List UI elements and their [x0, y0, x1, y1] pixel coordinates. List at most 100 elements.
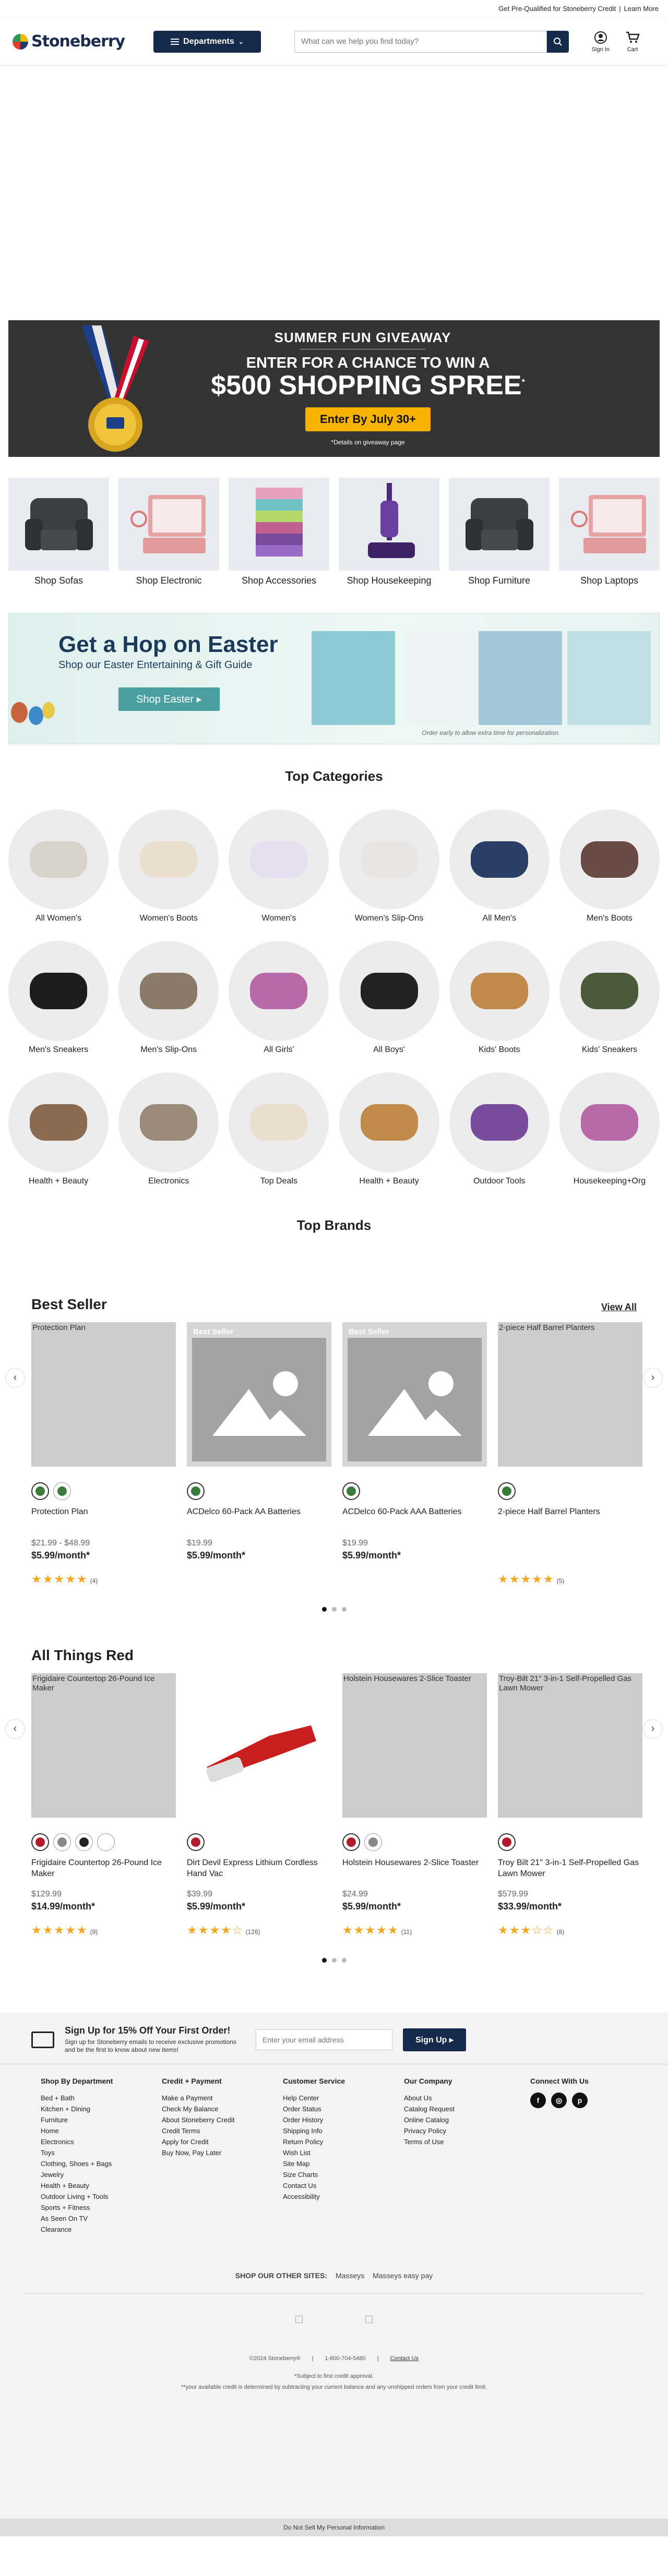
footer-link[interactable]: Return Policy	[283, 2136, 404, 2147]
shop-tile[interactable]: Shop Sofas	[8, 478, 109, 587]
category-circle[interactable]: Women's Boots	[118, 809, 219, 923]
footer-link[interactable]: Catalog Request	[404, 2103, 525, 2114]
footer-link[interactable]: Jewelry	[41, 2169, 162, 2180]
signin-button[interactable]: Sign In	[592, 31, 610, 53]
review-count[interactable]: (5)	[557, 1577, 565, 1585]
footer-link[interactable]: Outdoor Living + Tools	[41, 2191, 162, 2202]
category-circle[interactable]: Outdoor Tools	[449, 1072, 550, 1186]
product-card[interactable]: Best Seller ACDelco 60-Pack AA Batteries $…	[187, 1322, 331, 1586]
product-name[interactable]: 2-piece Half Barrel Planters	[498, 1506, 642, 1529]
dot[interactable]	[321, 1606, 327, 1612]
phone-number[interactable]: 1-800-704-5480	[325, 2355, 365, 2362]
category-circle[interactable]: Women's	[229, 809, 329, 923]
product-image[interactable]: Protection Plan	[31, 1322, 176, 1467]
masseys-link[interactable]: Masseys	[336, 2271, 364, 2280]
stoneberry-logo[interactable]: Stoneberry	[13, 32, 138, 51]
prequalify-link[interactable]: Get Pre-Qualified for Stoneberry Credit	[498, 5, 616, 13]
prev-arrow-icon[interactable]: ‹	[5, 1368, 25, 1388]
category-circle[interactable]: Men's Boots	[559, 809, 660, 923]
prev-arrow-icon[interactable]: ‹	[5, 1719, 25, 1739]
email-field[interactable]	[256, 2029, 392, 2050]
shop-easter-button[interactable]: Shop Easter ▸	[118, 687, 220, 711]
footer-link[interactable]: Check My Balance	[162, 2103, 283, 2114]
product-name[interactable]: Frigidaire Countertop 26-Pound Ice Maker	[31, 1857, 176, 1880]
footer-link[interactable]: Home	[41, 2125, 162, 2136]
swatch[interactable]	[342, 1833, 360, 1851]
product-card[interactable]: Dirt Devil Express Lithium Cordless Hand…	[187, 1673, 331, 1937]
product-name[interactable]: ACDelco 60-Pack AAA Batteries	[342, 1506, 487, 1529]
footer-link[interactable]: Sports + Fitness	[41, 2202, 162, 2213]
footer-link[interactable]: Make a Payment	[162, 2093, 283, 2103]
category-circle[interactable]: Men's Slip-Ons	[118, 940, 219, 1055]
footer-link[interactable]: About Stoneberry Credit	[162, 2114, 283, 2125]
category-circle[interactable]: All Boys'	[339, 940, 439, 1055]
product-image[interactable]	[187, 1673, 331, 1818]
product-image[interactable]: Best Seller	[187, 1322, 331, 1467]
view-all-link[interactable]: View All	[601, 1302, 637, 1313]
easter-banner[interactable]: Get a Hop on Easter Shop our Easter Ente…	[8, 612, 660, 744]
enter-giveaway-button[interactable]: Enter By July 30+	[305, 407, 431, 431]
review-count[interactable]: (9)	[90, 1928, 98, 1936]
review-count[interactable]: (4)	[90, 1577, 98, 1585]
product-card[interactable]: Holstein Housewares 2-Slice Toaster Holst…	[342, 1673, 487, 1937]
category-circle[interactable]: All Women's	[8, 809, 109, 923]
product-image[interactable]: 2-piece Half Barrel Planters	[498, 1322, 642, 1467]
product-card[interactable]: Frigidaire Countertop 26-Pound Ice Maker…	[31, 1673, 176, 1937]
footer-link[interactable]: Toys	[41, 2147, 162, 2158]
category-circle[interactable]: All Men's	[449, 809, 550, 923]
category-circle[interactable]: Top Deals	[229, 1072, 329, 1186]
shop-tile[interactable]: Shop Accessories	[229, 478, 329, 587]
badge-icon[interactable]	[295, 2315, 303, 2323]
footer-link[interactable]: Online Catalog	[404, 2114, 525, 2125]
swatch[interactable]	[31, 1833, 49, 1851]
footer-link[interactable]: Furniture	[41, 2114, 162, 2125]
category-circle[interactable]: Health + Beauty	[8, 1072, 109, 1186]
footer-link[interactable]: Kitchen + Dining	[41, 2103, 162, 2114]
signup-button[interactable]: Sign Up ▸	[403, 2028, 466, 2051]
category-circle[interactable]: Kids' Boots	[449, 940, 550, 1055]
instagram-icon[interactable]: ◎	[551, 2092, 567, 2108]
footer-link[interactable]: Health + Beauty	[41, 2180, 162, 2191]
footer-link[interactable]: Size Charts	[283, 2169, 404, 2180]
swatch[interactable]	[53, 1482, 71, 1500]
badge-icon[interactable]	[365, 2315, 373, 2323]
footer-link[interactable]: Contact Us	[283, 2180, 404, 2191]
product-card[interactable]: 2-piece Half Barrel Planters 2-piece Half…	[498, 1322, 642, 1586]
product-name[interactable]: Troy Bilt 21" 3-in-1 Self-Propelled Gas …	[498, 1857, 642, 1880]
departments-button[interactable]: Departments ⌄	[153, 30, 261, 53]
contact-us-link[interactable]: Contact Us	[390, 2355, 419, 2362]
category-circle[interactable]: Housekeeping+Org	[559, 1072, 660, 1186]
footer-link[interactable]: Clearance	[41, 2224, 162, 2235]
swatch[interactable]	[75, 1833, 93, 1851]
footer-link[interactable]: Shipping Info	[283, 2125, 404, 2136]
footer-link[interactable]: Site Map	[283, 2158, 404, 2169]
footer-link[interactable]: Wish List	[283, 2147, 404, 2158]
category-circle[interactable]: All Girls'	[229, 940, 329, 1055]
next-arrow-icon[interactable]: ›	[643, 1368, 663, 1388]
footer-link[interactable]: Clothing, Shoes + Bags	[41, 2158, 162, 2169]
footer-link[interactable]: As Seen On TV	[41, 2213, 162, 2224]
product-name[interactable]: Holstein Housewares 2-Slice Toaster	[342, 1857, 487, 1880]
category-circle[interactable]: Women's Slip-Ons	[339, 809, 439, 923]
category-circle[interactable]: Kids' Sneakers	[559, 940, 660, 1055]
swatch[interactable]	[31, 1482, 49, 1500]
search-button[interactable]	[547, 30, 569, 53]
category-circle[interactable]: Electronics	[118, 1072, 219, 1186]
footer-link[interactable]: Order History	[283, 2114, 404, 2125]
dot[interactable]	[341, 1606, 347, 1612]
facebook-icon[interactable]: f	[530, 2092, 546, 2108]
masseys-easy-pay-link[interactable]: Masseys easy pay	[373, 2271, 433, 2280]
dot[interactable]	[341, 1957, 347, 1963]
product-image[interactable]: Frigidaire Countertop 26-Pound Ice Maker	[31, 1673, 176, 1818]
product-card[interactable]: Troy-Bilt 21" 3-in-1 Self-Propelled Gas …	[498, 1673, 642, 1937]
learn-more-link[interactable]: Learn More	[624, 5, 659, 13]
swatch[interactable]	[342, 1482, 360, 1500]
product-image[interactable]: Best Seller	[342, 1322, 487, 1467]
footer-link[interactable]: Accessibility	[283, 2191, 404, 2202]
footer-link[interactable]: Buy Now, Pay Later	[162, 2147, 283, 2158]
footer-link[interactable]: Electronics	[41, 2136, 162, 2147]
shop-tile[interactable]: Shop Electronic	[118, 478, 219, 587]
product-card[interactable]: Protection Plan Protection Plan $21.99 - $…	[31, 1322, 176, 1586]
search-input[interactable]	[294, 30, 547, 53]
dot[interactable]	[331, 1957, 337, 1963]
